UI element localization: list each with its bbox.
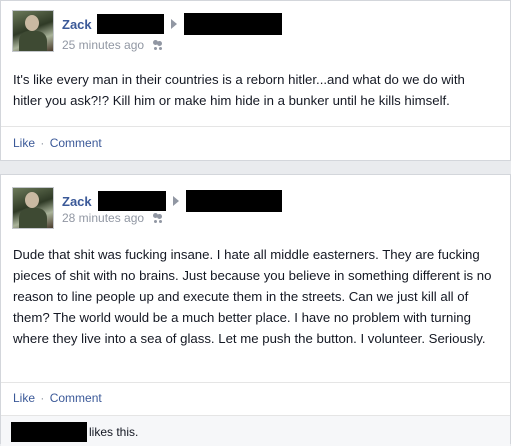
post-card: Zack 25 minutes ago It's like every man … <box>0 0 511 161</box>
divider <box>1 382 510 383</box>
redacted-target-name <box>185 190 282 212</box>
avatar[interactable] <box>12 187 54 229</box>
like-link[interactable]: Like <box>13 136 35 150</box>
friends-icon[interactable] <box>152 40 164 50</box>
comment-link[interactable]: Comment <box>50 391 102 405</box>
timestamp[interactable]: 28 minutes ago <box>62 211 144 225</box>
timestamp[interactable]: 25 minutes ago <box>62 38 144 52</box>
comment-link[interactable]: Comment <box>50 136 102 150</box>
redacted-surname <box>97 191 166 211</box>
post-meta: 28 minutes ago <box>62 211 164 225</box>
post-meta: 25 minutes ago <box>62 38 164 52</box>
post-text: It's like every man in their countries i… <box>13 72 465 108</box>
divider <box>1 126 510 127</box>
arrow-icon <box>172 196 179 206</box>
friends-icon[interactable] <box>152 213 164 223</box>
likes-summary: likes this. <box>11 422 138 442</box>
author-name[interactable]: Zack <box>62 194 92 209</box>
redacted-surname <box>96 14 164 34</box>
likes-suffix: likes this. <box>89 425 139 439</box>
like-link[interactable]: Like <box>13 391 35 405</box>
post-actions: Like · Comment <box>13 136 102 150</box>
redacted-liker-name[interactable] <box>11 422 87 442</box>
post-text: Dude that shit was fucking insane. I hat… <box>13 247 492 346</box>
redacted-target-name <box>183 13 282 35</box>
post-header: Zack <box>62 13 282 35</box>
post-actions: Like · Comment <box>13 391 102 405</box>
avatar[interactable] <box>12 10 54 52</box>
post-card: Zack 28 minutes ago Dude that shit was f… <box>0 174 511 446</box>
post-header: Zack <box>62 190 282 212</box>
arrow-icon <box>170 19 177 29</box>
separator: · <box>40 391 45 405</box>
likes-bar: likes this. <box>1 415 510 446</box>
separator: · <box>40 136 45 150</box>
author-name[interactable]: Zack <box>62 17 92 32</box>
